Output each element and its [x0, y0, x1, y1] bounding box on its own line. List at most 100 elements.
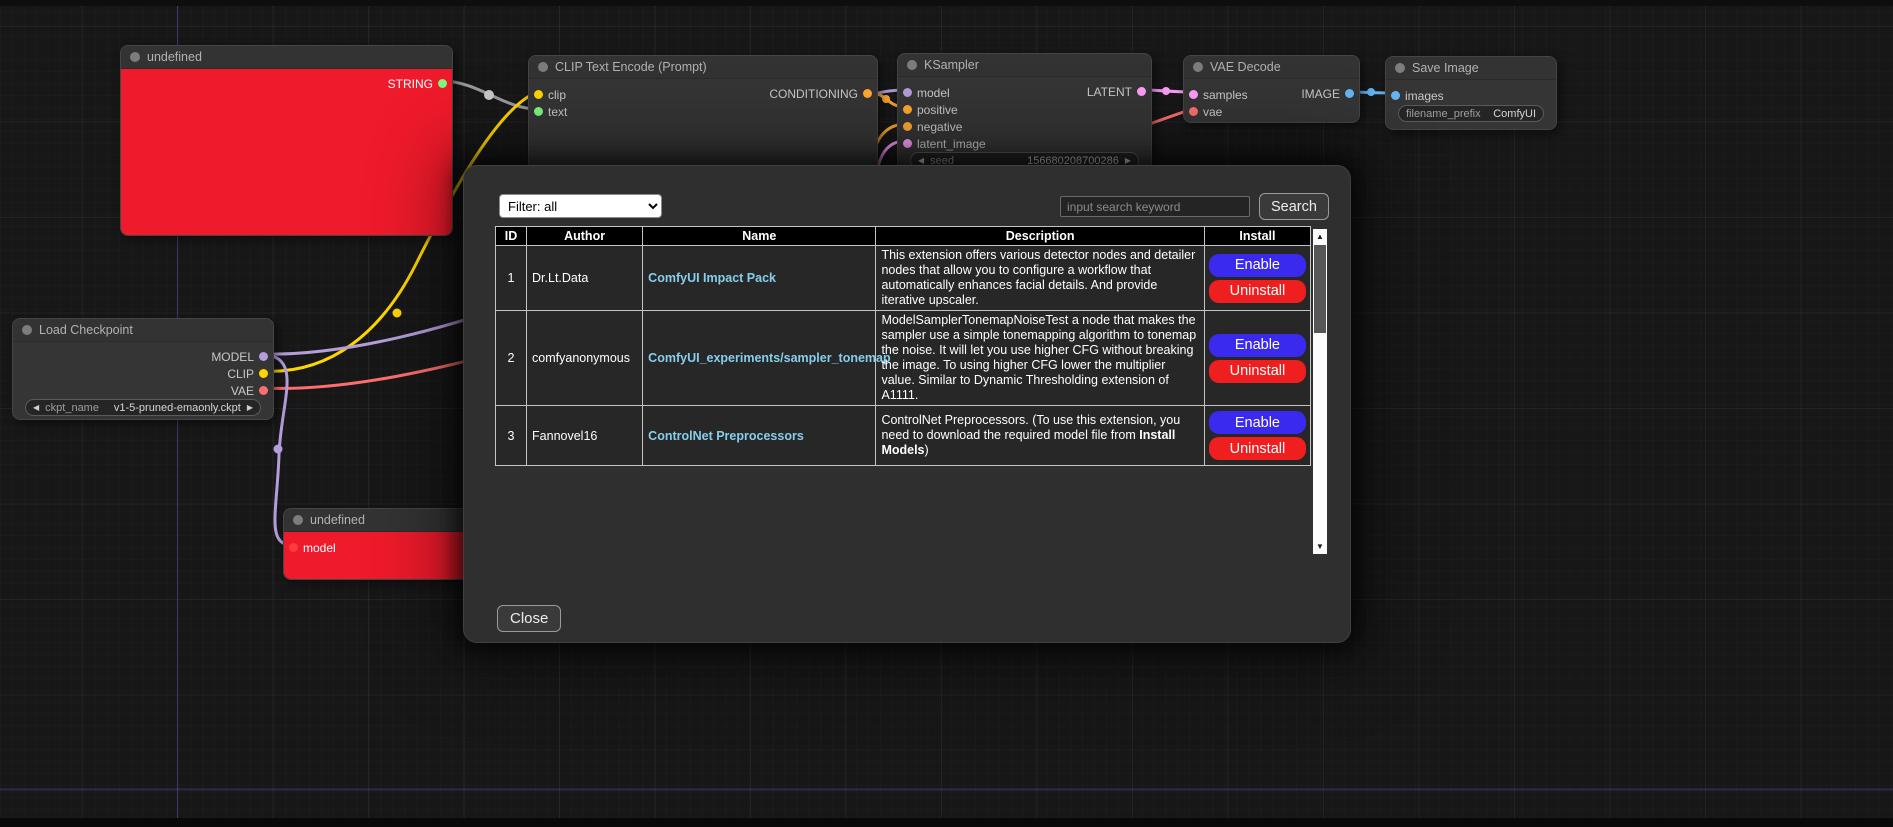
collapse-dot-icon[interactable]	[130, 52, 140, 62]
extension-row: 3Fannovel16ControlNet PreprocessorsContr…	[496, 406, 1311, 466]
input-slot-positive[interactable]	[903, 105, 912, 114]
node-header[interactable]: Load Checkpoint	[13, 319, 273, 342]
node-save-image[interactable]: Save Image images filename_prefix ComfyU…	[1385, 56, 1557, 130]
extension-description: ControlNet Preprocessors. (To use this e…	[876, 406, 1204, 466]
extension-id: 2	[496, 311, 527, 406]
node-header[interactable]: Save Image	[1386, 57, 1556, 80]
scrollbar[interactable]: ▲ ▼	[1313, 229, 1327, 554]
output-slot-vae[interactable]	[259, 386, 268, 395]
widget-value: v1-5-pruned-emaonly.ckpt	[114, 402, 241, 414]
slot-label: text	[548, 105, 567, 119]
collapse-dot-icon[interactable]	[1193, 62, 1203, 72]
increment-arrow-icon[interactable]: ▶	[1125, 157, 1131, 165]
increment-arrow-icon[interactable]: ▶	[247, 404, 253, 412]
node-title: undefined	[147, 50, 202, 64]
extension-install-cell: Enable Uninstall	[1204, 246, 1310, 311]
collapse-dot-icon[interactable]	[1395, 63, 1405, 73]
slot-label: VAE	[231, 384, 254, 398]
widget-name: ckpt_name	[45, 402, 99, 414]
extension-link[interactable]: ComfyUI_experiments/sampler_tonemap	[648, 351, 890, 365]
widget-name: filename_prefix	[1406, 108, 1481, 120]
node-header[interactable]: undefined	[284, 509, 471, 532]
node-load-checkpoint[interactable]: Load Checkpoint MODEL CLIP VAE ◀ ckpt_na…	[12, 318, 274, 420]
node-header[interactable]: CLIP Text Encode (Prompt)	[529, 56, 877, 79]
column-header: ID	[496, 227, 527, 246]
uninstall-button[interactable]: Uninstall	[1209, 360, 1306, 383]
slot-label: vae	[1203, 105, 1222, 119]
input-slot-text[interactable]	[534, 107, 543, 116]
extension-id: 1	[496, 246, 527, 311]
column-header: Description	[876, 227, 1204, 246]
slot-label: CLIP	[227, 367, 254, 381]
slot-label: STRING	[388, 77, 433, 91]
extension-row: 1Dr.Lt.DataComfyUI Impact PackThis exten…	[496, 246, 1311, 311]
table-header-row: IDAuthorNameDescriptionInstall	[496, 227, 1311, 246]
uninstall-button[interactable]: Uninstall	[1209, 437, 1306, 460]
filename-prefix-widget[interactable]: filename_prefix ComfyUI	[1398, 105, 1544, 122]
node-title: VAE Decode	[1210, 60, 1281, 74]
output-slot-image[interactable]	[1345, 89, 1354, 98]
search-input[interactable]	[1060, 196, 1250, 217]
extensions-table-area: IDAuthorNameDescriptionInstall 1Dr.Lt.Da…	[495, 226, 1329, 558]
output-slot-clip[interactable]	[259, 369, 268, 378]
collapse-dot-icon[interactable]	[22, 325, 32, 335]
uninstall-button[interactable]: Uninstall	[1209, 280, 1306, 303]
enable-button[interactable]: Enable	[1209, 411, 1306, 434]
column-header: Name	[643, 227, 876, 246]
scrollbar-thumb[interactable]	[1314, 245, 1326, 333]
input-slot-latent-image[interactable]	[903, 139, 912, 148]
collapse-dot-icon[interactable]	[538, 62, 548, 72]
column-header: Install	[1204, 227, 1310, 246]
extension-description: This extension offers various detector n…	[876, 246, 1204, 311]
scroll-up-icon[interactable]: ▲	[1313, 229, 1327, 244]
canvas-bottom-edge	[0, 818, 1893, 827]
extension-link[interactable]: ComfyUI Impact Pack	[648, 271, 776, 285]
decrement-arrow-icon[interactable]: ◀	[918, 157, 924, 165]
decrement-arrow-icon[interactable]: ◀	[33, 404, 39, 412]
collapse-dot-icon[interactable]	[907, 60, 917, 70]
enable-button[interactable]: Enable	[1209, 334, 1306, 357]
slot-label: positive	[917, 103, 958, 117]
node-vae-decode[interactable]: VAE Decode samples vae IMAGE	[1183, 55, 1360, 123]
install-custom-nodes-dialog: Filter: all Search IDAuthorNameDescripti…	[463, 165, 1351, 643]
slot-label: samples	[1203, 88, 1248, 102]
input-slot-vae[interactable]	[1189, 107, 1198, 116]
node-title: KSampler	[924, 58, 979, 72]
collapse-dot-icon[interactable]	[293, 515, 303, 525]
slot-label: latent_image	[917, 137, 986, 151]
search-button[interactable]: Search	[1259, 193, 1329, 220]
input-slot-model[interactable]	[903, 88, 912, 97]
input-slot-model[interactable]	[289, 543, 298, 552]
canvas-top-edge	[0, 0, 1893, 6]
extension-author: comfyanonymous	[527, 311, 643, 406]
slot-label: model	[917, 86, 950, 100]
node-header[interactable]: undefined	[121, 46, 452, 69]
ckpt-name-widget[interactable]: ◀ ckpt_name v1-5-pruned-emaonly.ckpt ▶	[25, 399, 261, 416]
output-slot-string[interactable]	[438, 79, 447, 88]
extension-name-cell: ComfyUI_experiments/sampler_tonemap	[643, 311, 876, 406]
node-title: undefined	[310, 513, 365, 527]
output-slot-latent[interactable]	[1137, 87, 1146, 96]
close-button[interactable]: Close	[497, 605, 561, 632]
input-slot-negative[interactable]	[903, 122, 912, 131]
node-undefined-1[interactable]: undefined STRING	[120, 45, 453, 236]
node-undefined-2[interactable]: undefined model	[283, 508, 472, 580]
slot-label: LATENT	[1087, 85, 1132, 99]
slot-label: negative	[917, 120, 962, 134]
enable-button[interactable]: Enable	[1209, 254, 1306, 277]
node-title: Save Image	[1412, 61, 1479, 75]
output-slot-conditioning[interactable]	[863, 89, 872, 98]
input-slot-samples[interactable]	[1189, 90, 1198, 99]
extension-link[interactable]: ControlNet Preprocessors	[648, 429, 804, 443]
filter-select[interactable]: Filter: all	[499, 194, 662, 218]
widget-value: ComfyUI	[1493, 108, 1536, 120]
scroll-down-icon[interactable]: ▼	[1313, 539, 1327, 554]
output-slot-model[interactable]	[259, 352, 268, 361]
node-header[interactable]: KSampler	[898, 54, 1151, 77]
extension-install-cell: Enable Uninstall	[1204, 311, 1310, 406]
comfyui-canvas[interactable]: undefined STRING CLIP Text Encode (Promp…	[0, 0, 1893, 827]
extensions-table: IDAuthorNameDescriptionInstall 1Dr.Lt.Da…	[495, 226, 1311, 466]
input-slot-images[interactable]	[1391, 91, 1400, 100]
input-slot-clip[interactable]	[534, 90, 543, 99]
node-header[interactable]: VAE Decode	[1184, 56, 1359, 79]
